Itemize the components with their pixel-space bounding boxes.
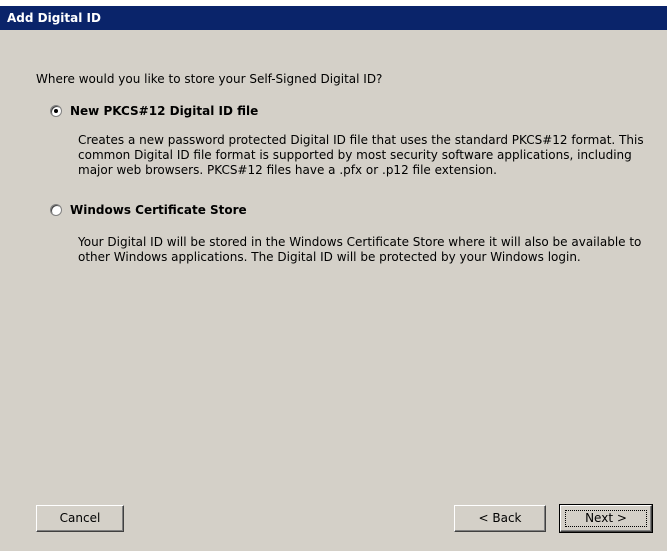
cancel-button-label: Cancel (59, 511, 101, 525)
option-windows-cert-store[interactable]: Windows Certificate Store (50, 203, 247, 217)
next-button[interactable]: Next > (559, 504, 653, 533)
radio-checked-icon[interactable] (50, 105, 62, 117)
option-pkcs12-description: Creates a new password protected Digital… (78, 133, 644, 177)
back-button-label: < Back (478, 511, 522, 525)
cancel-button[interactable]: Cancel (36, 505, 124, 532)
option-windows-cert-store-label[interactable]: Windows Certificate Store (70, 203, 247, 217)
radio-unchecked-icon[interactable] (50, 204, 62, 216)
back-button[interactable]: < Back (454, 505, 546, 532)
window-title: Add Digital ID (7, 11, 101, 25)
option-pkcs12-label[interactable]: New PKCS#12 Digital ID file (70, 104, 258, 118)
next-button-label: Next > (585, 511, 627, 525)
title-bar: Add Digital ID (0, 6, 667, 30)
storage-question: Where would you like to store your Self-… (36, 72, 383, 86)
add-digital-id-dialog: Add Digital ID Where would you like to s… (0, 0, 667, 551)
option-windows-cert-store-description: Your Digital ID will be stored in the Wi… (78, 235, 642, 264)
option-pkcs12-file[interactable]: New PKCS#12 Digital ID file (50, 104, 258, 118)
